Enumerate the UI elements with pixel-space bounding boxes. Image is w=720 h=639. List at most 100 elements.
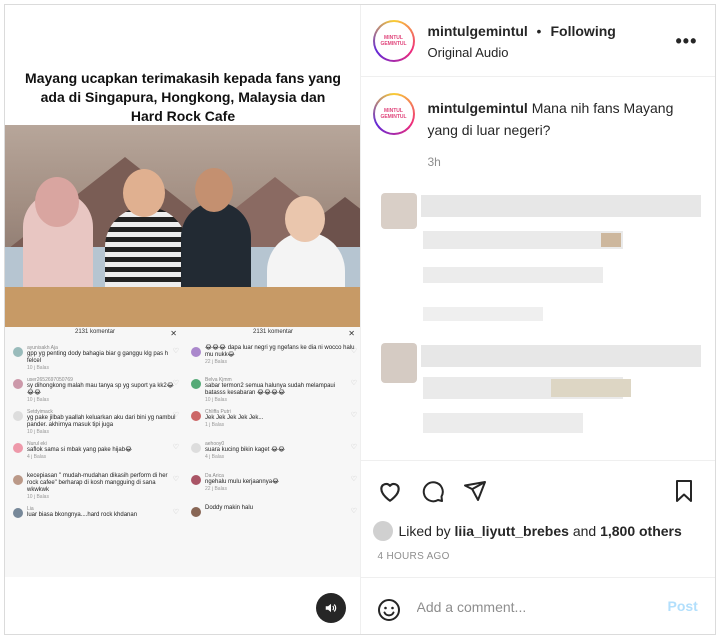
comment-meta: 10 j Balas: [27, 397, 49, 403]
media-photo: [5, 125, 360, 327]
heart-icon: ♡: [350, 476, 357, 483]
list-item: Da Arica ngehalu mulu kerjaannya😂 22 j Bal…: [191, 473, 357, 499]
post-button[interactable]: Post: [668, 598, 698, 614]
avatar: [13, 475, 23, 485]
heart-icon: ♡: [172, 444, 179, 451]
bookmark-icon[interactable]: [673, 479, 695, 503]
avatar: [13, 347, 23, 357]
comment-meta: 22 j Balas: [205, 359, 227, 365]
comment-meta: 4 j Balas: [27, 454, 47, 460]
more-icon[interactable]: •••: [676, 31, 698, 52]
post-media[interactable]: Mayang ucapkan terimakasih kepada fans y…: [5, 5, 361, 634]
post-dialog: Mayang ucapkan terimakasih kepada fans y…: [4, 4, 716, 635]
avatar: [191, 411, 201, 421]
avatar: [191, 347, 201, 357]
avatar: [191, 443, 201, 453]
comment-text: saflok sama si mbak yang pake hijab😂: [27, 447, 133, 453]
share-icon[interactable]: [462, 479, 488, 503]
comment-text: ngehalu mulu kerjaannya😂: [205, 479, 280, 485]
comment-text: suara kucing bikin kaget 😂😂: [205, 447, 286, 453]
comment-input[interactable]: [416, 596, 657, 618]
following-button[interactable]: Following: [551, 23, 616, 39]
comment-meta: 10 j Balas: [27, 365, 49, 371]
comment-meta: 10 j Balas: [27, 429, 49, 435]
comment-text: sabar termon2 semua halunya sudah melamp…: [205, 383, 336, 396]
comment-text: sy dihongkong malah mau tanya sp yg supo…: [27, 383, 174, 396]
list-item: Lia luar biasa bkongnya....hard rock khda…: [13, 506, 179, 532]
comment-meta: 22 j Balas: [205, 486, 227, 492]
list-item: Belva Kjmm sabar termon2 semua halunya su…: [191, 377, 357, 403]
heart-icon: ♡: [172, 412, 179, 419]
post-timestamp[interactable]: 4 HOURS AGO: [378, 551, 450, 562]
header-separator: •: [536, 23, 542, 39]
comment-text: gpp yg penting dody bahagia biar g gangg…: [27, 351, 169, 364]
list-item: Doddy makin halu ♡: [191, 505, 357, 531]
sound-icon: [325, 603, 337, 613]
heart-icon: ♡: [350, 348, 357, 355]
heart-icon: ♡: [350, 412, 357, 419]
comment-meta: 10 j Balas: [27, 494, 49, 500]
avatar: [191, 507, 201, 517]
avatar-logo-text: MINTUL GEMINTUL: [374, 22, 413, 60]
heart-icon: ♡: [350, 380, 357, 387]
list-item: 😂😂😂 dapa luar negri yg ngefans ke dia ni…: [191, 345, 357, 371]
close-icon: ✕: [348, 329, 355, 338]
heart-icon: ♡: [172, 380, 179, 387]
list-item: ayunisakh Aja gpp yg penting dody bahagia…: [13, 345, 179, 371]
avatar: [372, 521, 393, 541]
caption-avatar[interactable]: MINTUL GEMINTUL: [372, 93, 415, 135]
comment-text: kecepiasan " mudah-mudahan dikasih perfo…: [27, 473, 168, 493]
list-item: aehooy0 suara kucing bikin kaget 😂😂 4 j Ba…: [191, 441, 357, 467]
list-item: Chliffa Putri Jek Jek Jek Jek Jek... 1 j B…: [191, 409, 357, 435]
heart-icon: ♡: [172, 509, 179, 516]
list-item: Nurul eki saflok sama si mbak yang pake h…: [13, 441, 179, 467]
post-sidebar: MINTUL GEMINTUL mintulgemintul • Followi…: [360, 5, 715, 634]
comment-text: luar biasa bkongnya....hard rock khdanan: [27, 512, 138, 518]
list-item: kecepiasan " mudah-mudahan dikasih perfo…: [13, 473, 179, 500]
likes-summary: Liked by liia_liyutt_brebes and 1,800 ot…: [372, 521, 682, 541]
heart-icon: ♡: [172, 348, 179, 355]
comment-icon[interactable]: [420, 479, 446, 503]
avatar: [13, 379, 23, 389]
media-title-overlay: Mayang ucapkan terimakasih kepada fans y…: [25, 70, 341, 124]
comment-text: Jek Jek Jek Jek Jek...: [205, 415, 264, 421]
liker-username[interactable]: liia_liyutt_brebes: [455, 523, 569, 539]
comment-meta: 1 j Balas: [205, 422, 225, 428]
avatar: [191, 475, 201, 485]
likes-joiner: and: [572, 523, 597, 539]
comment-text: 😂😂😂 dapa luar negri yg ngefans ke dia ni…: [205, 345, 355, 358]
likes-prefix: Liked by: [398, 523, 451, 539]
comment-panel-header: 2131 komentar: [74, 329, 116, 335]
header-username[interactable]: mintulgemintul: [428, 23, 528, 39]
comment-text: Doddy makin halu: [205, 505, 254, 511]
avatar-logo-text: MINTUL GEMINTUL: [374, 95, 413, 133]
post-header: MINTUL GEMINTUL mintulgemintul • Followi…: [360, 5, 715, 77]
list-item: Setdyimack yg pake jilbab yaallah keluark…: [13, 409, 179, 435]
heart-icon: ♡: [350, 508, 357, 515]
avatar[interactable]: MINTUL GEMINTUL: [372, 20, 415, 62]
comment-bar: Post: [360, 577, 715, 634]
close-icon: ✕: [170, 329, 177, 338]
likes-others-count[interactable]: 1,800 others: [600, 523, 682, 539]
comment-meta: 10 j Balas: [205, 397, 227, 403]
comment-panel-left: 2131 komentar ✕ ayunisakh Aja gpp yg penti…: [7, 327, 183, 577]
list-item: user2652697050769 sy dihongkong malah mau…: [13, 377, 179, 403]
action-bar: [360, 460, 715, 520]
sound-toggle-button[interactable]: [316, 593, 346, 623]
heart-icon[interactable]: [377, 479, 403, 503]
avatar: [13, 411, 23, 421]
media-comment-screenshots: 2131 komentar ✕ ayunisakh Aja gpp yg penti…: [5, 327, 360, 577]
comment-text: yg pake jilbab yaallah keluarkan aku dar…: [27, 415, 176, 428]
original-audio-link[interactable]: Original Audio: [428, 45, 509, 60]
emoji-icon[interactable]: [377, 598, 401, 622]
avatar: [13, 508, 23, 518]
avatar: [191, 379, 201, 389]
comment-panel-header: 2131 komentar: [252, 329, 294, 335]
avatar: [13, 443, 23, 453]
heart-icon: ♡: [350, 444, 357, 451]
caption-username[interactable]: mintulgemintul: [428, 100, 528, 116]
heart-icon: ♡: [172, 476, 179, 483]
comment-meta: 4 j Balas: [205, 454, 225, 460]
caption-time[interactable]: 3h: [428, 155, 441, 169]
comment-panel-right: 2131 komentar ✕ 😂😂😂 dapa luar negri yg ng…: [185, 327, 360, 577]
